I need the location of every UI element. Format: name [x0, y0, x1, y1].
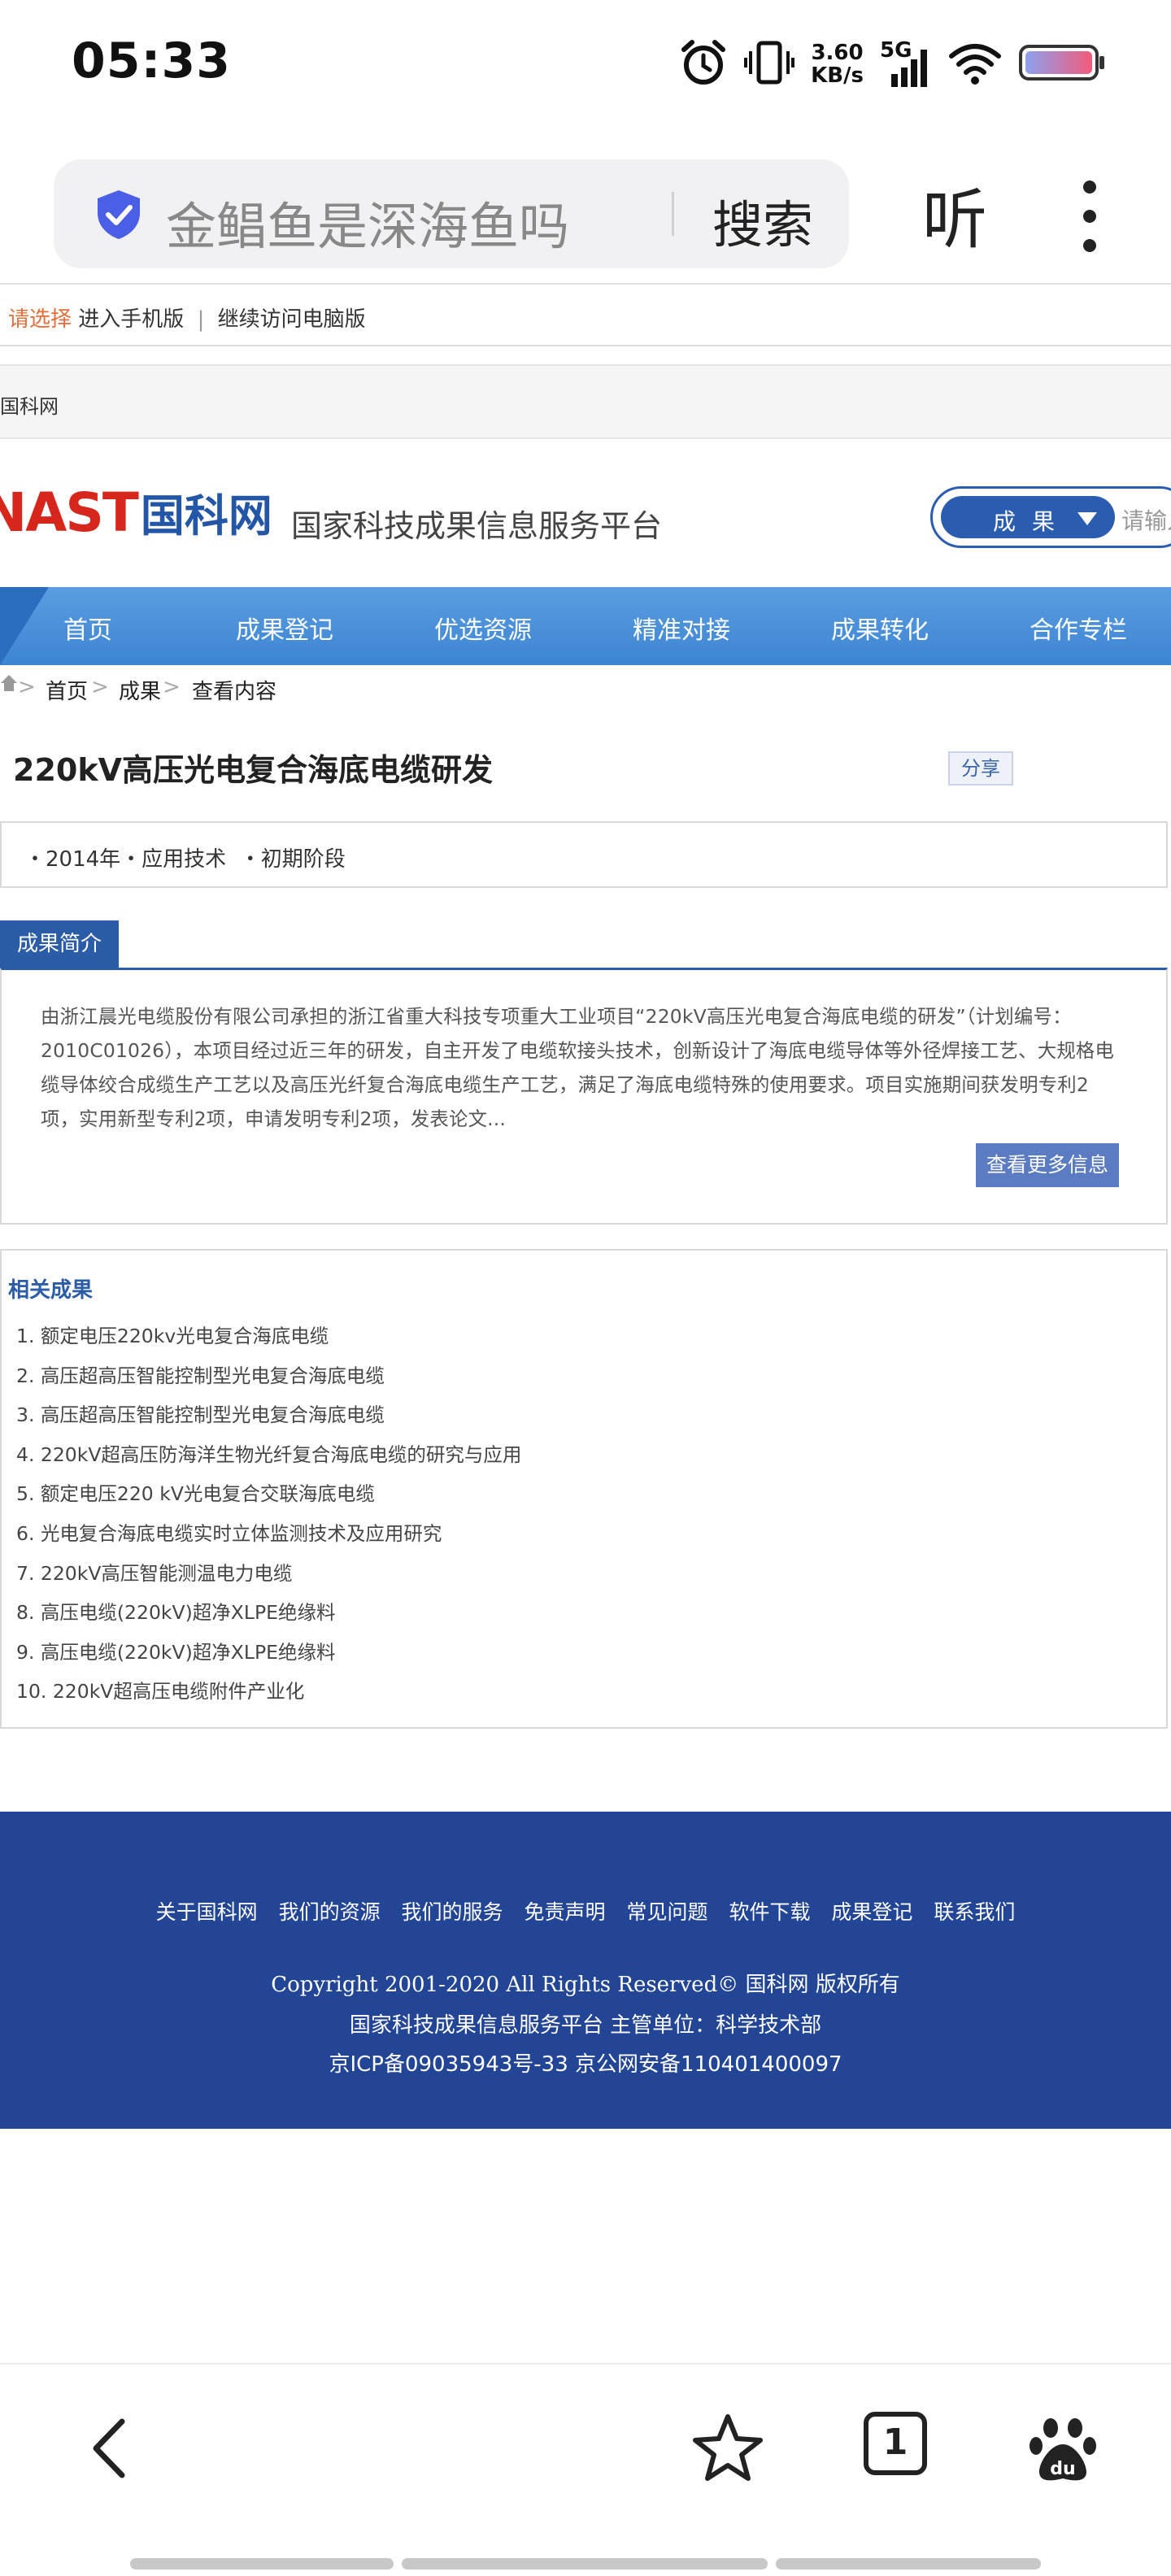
more-menu-icon[interactable]	[1073, 181, 1106, 252]
chevron-down-icon	[1077, 512, 1097, 525]
more-info-button[interactable]: 查看更多信息	[976, 1143, 1119, 1187]
search-bar[interactable]: 金鲳鱼是深海鱼吗 搜索	[54, 159, 849, 268]
logo-nast: NAST	[0, 481, 139, 544]
footer-link-resources[interactable]: 我们的资源	[279, 1900, 381, 1924]
meta-text: ・2014年・应用技术 ・初期阶段	[24, 847, 346, 872]
footer-platform: 国家科技成果信息服务平台 主管单位：科学技术部	[349, 2013, 822, 2038]
footer-link-download[interactable]: 软件下载	[729, 1900, 810, 1924]
net-speed-value: 3.60	[811, 41, 864, 65]
alarm-icon	[679, 38, 728, 90]
nav-item-resources[interactable]: 优选资源	[434, 610, 532, 646]
footer-icp[interactable]: 京ICP备09035943号-33 京公网安备110401400097	[0, 2047, 1171, 2078]
mobile-version-link[interactable]: 进入手机版	[78, 307, 184, 332]
intro-tab: 成果简介	[0, 920, 119, 968]
choose-label: 请选择	[8, 307, 72, 332]
list-item[interactable]: 8. 高压电缆(220kV)超净XLPE绝缘料	[16, 1597, 521, 1637]
list-item[interactable]: 5. 额定电压220 kV光电复合交联海底电缆	[16, 1478, 521, 1518]
site-subtitle: 国家科技成果信息服务平台	[291, 508, 663, 544]
back-icon[interactable]	[65, 2404, 155, 2493]
battery-icon	[1018, 42, 1106, 86]
vibrate-icon	[744, 38, 795, 90]
gesture-bar	[130, 2558, 394, 2569]
listen-button[interactable]: 听	[922, 168, 987, 262]
page-title: 220kV高压光电复合海底电缆研发	[13, 752, 494, 788]
footer-link-disclaimer[interactable]: 免责声明	[525, 1900, 606, 1924]
search-button[interactable]: 搜索	[712, 184, 813, 257]
footer-link-about[interactable]: 关于国科网	[156, 1900, 258, 1924]
share-button[interactable]: 分享	[948, 751, 1013, 785]
chevron-right-icon: >	[163, 675, 181, 699]
wifi-icon	[948, 40, 1002, 89]
list-item[interactable]: 2. 高压超高压智能控制型光电复合海底电缆	[16, 1360, 521, 1400]
list-item[interactable]: 7. 220kV高压智能测温电力电缆	[16, 1558, 521, 1598]
footer-link-contact[interactable]: 联系我们	[934, 1900, 1015, 1924]
list-item[interactable]: 1. 额定电压220kv光电复合海底电缆	[16, 1321, 521, 1360]
intro-text: 由浙江晨光电缆股份有限公司承担的浙江省重大科技专项重大工业项目“220kV高压光…	[41, 1005, 1115, 1130]
search-category-label: 成果	[993, 508, 1072, 535]
list-item[interactable]: 9. 高压电缆(220kV)超净XLPE绝缘料	[16, 1637, 521, 1677]
separator: |	[197, 307, 205, 332]
site-search-input[interactable]: 请输入	[1121, 503, 1171, 536]
meta-box: ・2014年・应用技术 ・初期阶段	[0, 821, 1168, 888]
nav-item-home[interactable]: 首页	[63, 610, 112, 646]
site-logo[interactable]: NAST国科网	[0, 480, 272, 545]
site-strip-text[interactable]: 国科网	[0, 390, 59, 419]
list-item[interactable]: 4. 220kV超高压防海洋生物光纤复合海底电缆的研究与应用	[16, 1439, 521, 1479]
search-input[interactable]: 金鲳鱼是深海鱼吗	[166, 185, 569, 259]
main-nav: 首页 成果登记 优选资源 精准对接 成果转化 合作专栏	[0, 587, 1171, 665]
status-time: 05:33	[72, 33, 231, 89]
nav-item-transform[interactable]: 成果转化	[831, 610, 929, 646]
nav-item-matching[interactable]: 精准对接	[633, 610, 730, 646]
search-category-select[interactable]: 成果	[941, 496, 1115, 538]
breadcrumb-current: 查看内容	[192, 680, 277, 704]
site-strip: 国科网	[0, 364, 1171, 439]
status-bar: 05:33 3.60 KB/s 5G	[0, 0, 1171, 130]
chevron-right-icon: >	[18, 675, 36, 699]
status-icons: 3.60 KB/s 5G	[679, 36, 1106, 93]
list-item[interactable]: 6. 光电复合海底电缆实时立体监测技术及应用研究	[16, 1518, 521, 1558]
site-search[interactable]: 成果 请输入	[930, 486, 1171, 548]
footer-link-services[interactable]: 我们的服务	[402, 1900, 503, 1924]
home-icon[interactable]	[0, 673, 18, 698]
version-choose-bar: 请选择 进入手机版 | 继续访问电脑版	[0, 285, 1171, 346]
nav-decoration	[0, 587, 49, 665]
list-item[interactable]: 3. 高压超高压智能控制型光电复合海底电缆	[16, 1399, 521, 1439]
related-title: 相关成果	[8, 1278, 94, 1303]
list-item[interactable]: 10. 220kV超高压电缆附件产业化	[16, 1676, 521, 1716]
gesture-bar	[776, 2558, 1041, 2569]
net-speed: 3.60 KB/s	[811, 41, 864, 87]
tabs-icon[interactable]: 1	[864, 2412, 927, 2475]
star-icon[interactable]	[683, 2404, 773, 2493]
nav-item-cooperation[interactable]: 合作专栏	[1030, 610, 1127, 646]
nav-item-register[interactable]: 成果登记	[236, 610, 333, 646]
toolbar-divider	[0, 2363, 1171, 2365]
site-header: NAST国科网 国家科技成果信息服务平台 成果 请输入	[0, 455, 1171, 585]
net-speed-unit: KB/s	[811, 63, 864, 88]
signal-icon: 5G	[880, 38, 932, 90]
search-divider	[672, 192, 674, 236]
related-results: 相关成果 1. 额定电压220kv光电复合海底电缆 2. 高压超高压智能控制型光…	[0, 1249, 1168, 1729]
related-list: 1. 额定电压220kv光电复合海底电缆 2. 高压超高压智能控制型光电复合海底…	[16, 1321, 521, 1716]
breadcrumb-results[interactable]: 成果	[119, 675, 161, 705]
footer-links: 关于国科网 我们的资源 我们的服务 免责声明 常见问题 软件下载 成果登记 联系…	[0, 1896, 1171, 1925]
desktop-version-link[interactable]: 继续访问电脑版	[218, 307, 366, 332]
svg-text:du: du	[1050, 2459, 1075, 2479]
breadcrumb-home[interactable]: 首页	[46, 675, 88, 705]
footer-link-faq[interactable]: 常见问题	[626, 1900, 707, 1924]
chevron-right-icon: >	[91, 675, 109, 699]
site-footer: 关于国科网 我们的资源 我们的服务 免责声明 常见问题 软件下载 成果登记 联系…	[0, 1812, 1171, 2129]
footer-copyright: Copyright 2001-2020 All Rights Reserved©…	[271, 1973, 900, 1997]
baidu-icon[interactable]: du	[1018, 2404, 1108, 2493]
footer-link-register[interactable]: 成果登记	[831, 1900, 912, 1924]
shield-icon	[94, 189, 143, 244]
logo-cn: 国科网	[140, 490, 272, 542]
gesture-bar	[402, 2558, 768, 2569]
